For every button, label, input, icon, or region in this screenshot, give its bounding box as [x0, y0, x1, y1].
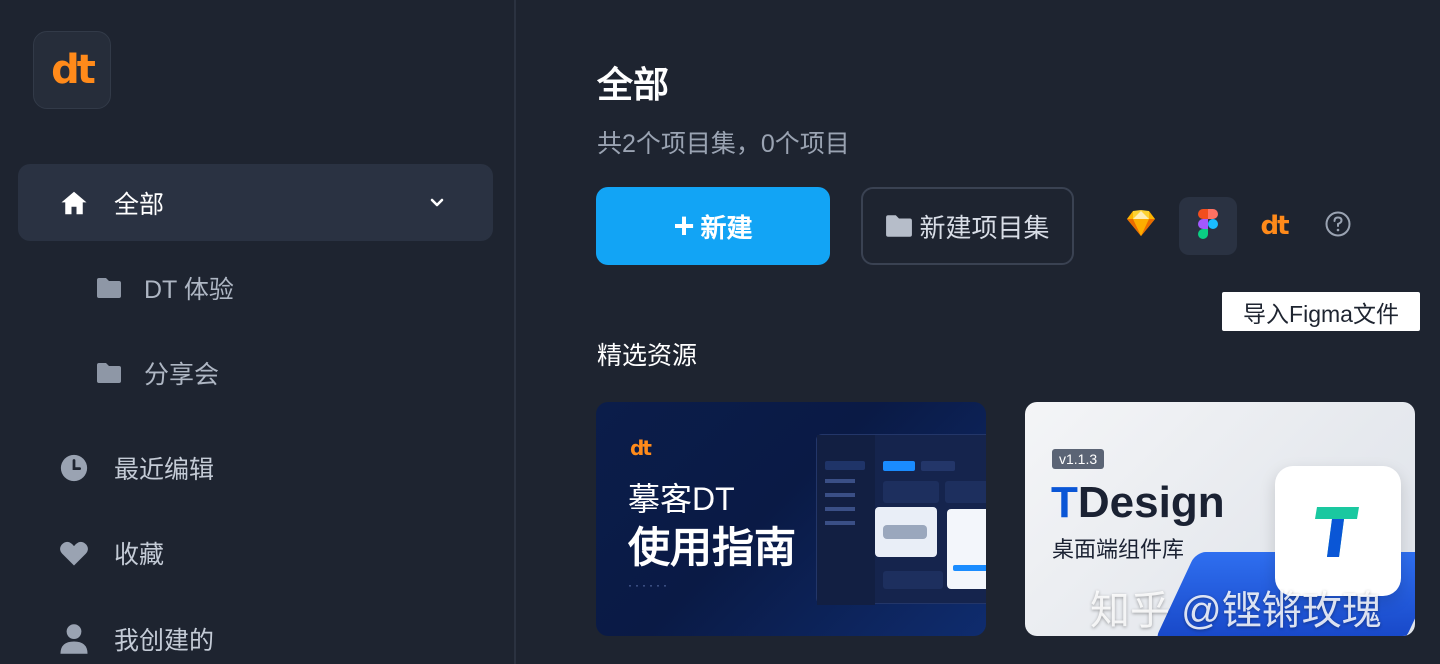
sidebar-item-all[interactable]: 全部: [18, 164, 493, 241]
sidebar: dt 全部 DT 体验 分享会 最近编辑 收藏 我创建的: [0, 0, 516, 664]
sidebar-item-favorites[interactable]: 收藏: [58, 528, 164, 578]
card-title-line2: 使用指南: [628, 524, 797, 571]
heart-icon: [58, 537, 90, 569]
sidebar-item-label: 我创建的: [114, 627, 215, 655]
sidebar-item-dt-experience[interactable]: DT 体验: [96, 263, 234, 313]
import-sketch-button[interactable]: [1112, 197, 1170, 255]
sidebar-item-label: 全部: [114, 190, 165, 219]
new-button[interactable]: + 新建: [596, 187, 830, 265]
watermark: 知乎 @铿锵玫瑰: [1090, 589, 1382, 633]
sidebar-item-label: DT 体验: [144, 276, 234, 304]
sidebar-item-share[interactable]: 分享会: [96, 348, 219, 398]
section-title: 精选资源: [597, 342, 698, 370]
sidebar-item-label: 最近编辑: [114, 456, 215, 484]
home-icon: [58, 187, 90, 219]
sketch-icon: [1126, 210, 1156, 242]
figma-icon: [1198, 208, 1218, 244]
sidebar-item-label: 分享会: [144, 361, 220, 389]
card-title: TDesign: [1051, 478, 1225, 528]
page-subtitle: 共2个项目集，0个项目: [597, 130, 850, 158]
app-mockup-image: [816, 434, 986, 605]
card-dots: ······: [628, 578, 670, 592]
new-folder-button[interactable]: 新建项目集: [861, 187, 1074, 265]
dt-icon: dt: [1260, 211, 1289, 241]
logo-text: dt: [51, 47, 96, 93]
sidebar-item-recent[interactable]: 最近编辑: [58, 443, 214, 493]
card-title-rest: Design: [1077, 478, 1225, 527]
user-icon: [58, 623, 90, 655]
sidebar-item-label: 收藏: [114, 541, 165, 569]
card-logo: dt: [630, 436, 652, 460]
sidebar-item-created-by-me[interactable]: 我创建的: [58, 614, 214, 664]
app-logo[interactable]: dt: [33, 31, 111, 109]
version-badge: v1.1.3: [1052, 449, 1105, 469]
clock-icon: [58, 452, 90, 484]
tooltip: 导入Figma文件: [1222, 292, 1420, 331]
card-title-t: T: [1051, 478, 1078, 527]
import-dt-button[interactable]: dt: [1245, 197, 1303, 255]
new-button-label: 新建: [700, 212, 753, 243]
help-button[interactable]: [1309, 197, 1367, 255]
import-figma-button[interactable]: [1179, 197, 1237, 255]
help-icon: [1325, 211, 1351, 242]
plus-icon: +: [673, 205, 695, 246]
folder-icon: [885, 214, 913, 238]
folder-icon: [96, 272, 122, 304]
resource-card-guide[interactable]: dt 摹客DT 使用指南 ······: [596, 402, 986, 636]
page-title: 全部: [597, 64, 670, 105]
tdesign-logo-block: [1275, 466, 1401, 596]
new-folder-button-label: 新建项目集: [919, 212, 1050, 243]
folder-icon: [96, 357, 122, 389]
chevron-down-icon[interactable]: [425, 191, 449, 215]
card-subtitle: 桌面端组件库: [1052, 537, 1185, 562]
